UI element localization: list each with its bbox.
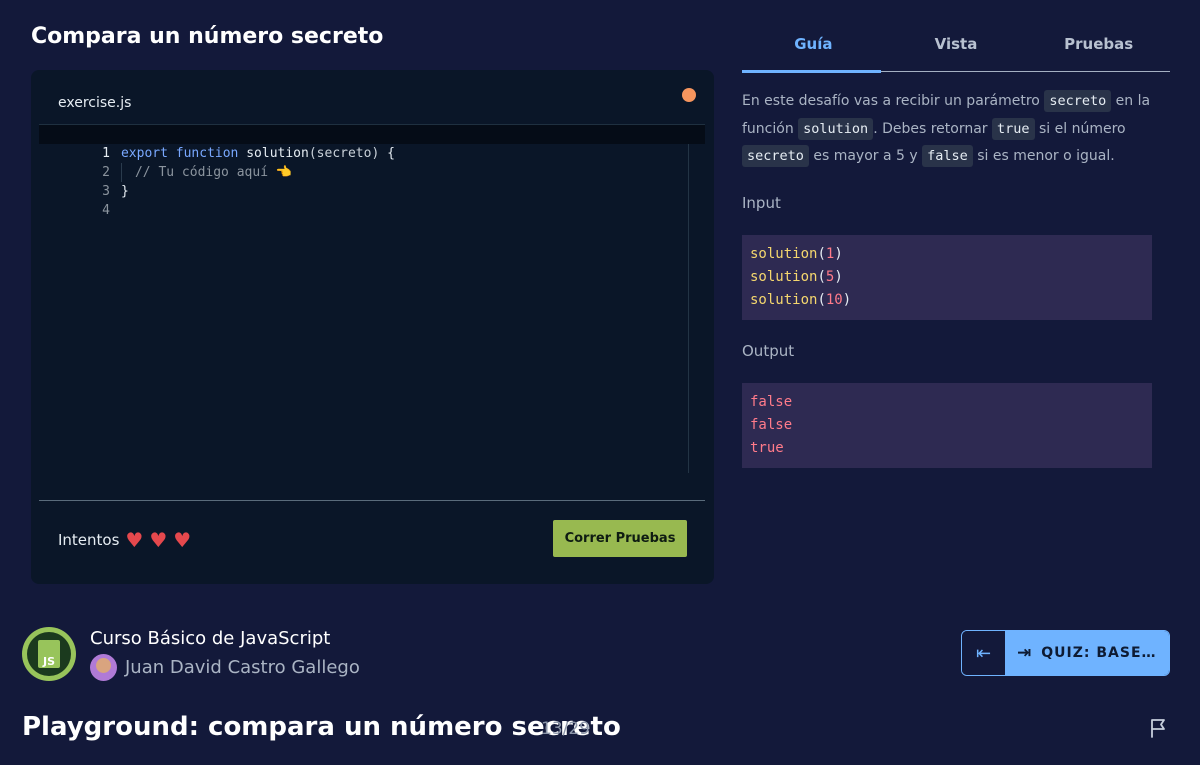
code-line[interactable]: 4: [39, 182, 705, 218]
panel-tabs: Guía Vista Pruebas: [742, 24, 1170, 73]
class-title: Playground: compara un número secreto: [22, 712, 621, 742]
inline-code: true: [992, 117, 1035, 140]
teacher-info: Juan David Castro Gallego: [90, 654, 360, 681]
input-line: solution(10): [750, 292, 852, 308]
course-name-link[interactable]: Curso Básico de JavaScript: [90, 628, 330, 649]
heart-icon: ♥: [125, 528, 144, 552]
attempts-label: Intentos: [58, 531, 120, 549]
line-number: 4: [102, 203, 110, 218]
heart-icon: ♥: [173, 528, 192, 552]
arrow-left-bar-icon: ⇤: [975, 642, 992, 663]
editor-divider: [39, 500, 705, 501]
js-badge-icon: JS: [38, 640, 60, 668]
guide-text: si el número: [1038, 120, 1126, 137]
guide-text: En este desafío vas a recibir un parámet…: [742, 93, 1040, 109]
arrow-right-bar-icon: ⇥: [1017, 643, 1032, 663]
previous-class-button[interactable]: ⇤: [962, 631, 1005, 675]
inline-code: false: [922, 145, 973, 167]
tab-tests[interactable]: Pruebas: [1027, 24, 1170, 71]
guide-description: En este desafío vas a recibir un parámet…: [742, 88, 1152, 171]
code-line[interactable]: 3}: [39, 163, 705, 199]
next-class-button[interactable]: ⇥ QUIZ: BASE…: [1005, 631, 1169, 675]
code-line[interactable]: 1 export function solution(secreto) {: [39, 125, 705, 161]
tab-preview[interactable]: Vista: [885, 24, 1028, 71]
output-line: false: [750, 394, 793, 410]
input-line: solution(5): [750, 269, 843, 285]
tab-guide[interactable]: Guía: [742, 24, 885, 73]
input-code-block: solution(1) solution(5) solution(10): [742, 235, 1152, 320]
editor-filename-tab[interactable]: exercise.js: [58, 95, 131, 111]
unsaved-status-dot: [682, 88, 696, 102]
heart-icon: ♥: [149, 528, 168, 552]
inline-code: secreto: [742, 145, 809, 167]
guide-text: es mayor a 5 y: [813, 148, 918, 164]
guide-text: . Debes retornar: [873, 120, 988, 137]
exercise-title: Compara un número secreto: [31, 24, 384, 49]
class-progress-count: 13/29: [541, 719, 590, 739]
inline-code: solution: [798, 117, 874, 140]
flag-icon: [1151, 719, 1165, 738]
attempts-indicator: Intentos ♥ ♥ ♥: [58, 530, 191, 550]
code-editor[interactable]: 1 export function solution(secreto) { 2//…: [39, 124, 705, 501]
output-code-block: false false true: [742, 383, 1152, 468]
course-logo[interactable]: JS: [22, 627, 76, 681]
guide-text: si es menor o igual.: [977, 148, 1115, 164]
output-label: Output: [742, 342, 795, 360]
output-line: false: [750, 417, 793, 433]
next-class-label: QUIZ: BASE…: [1041, 645, 1157, 661]
teacher-avatar: [90, 654, 117, 681]
code-editor-panel: exercise.js 1 export function solution(se…: [31, 70, 714, 584]
teacher-name: Juan David Castro Gallego: [125, 657, 360, 678]
code-line[interactable]: 2// Tu código aquí 👈: [39, 144, 705, 182]
input-label: Input: [742, 194, 781, 212]
inline-code: secreto: [1044, 90, 1112, 112]
run-tests-button[interactable]: Correr Pruebas: [553, 520, 687, 557]
report-flag-button[interactable]: [1147, 716, 1171, 740]
class-navigation: ⇤ ⇥ QUIZ: BASE…: [961, 630, 1170, 676]
input-line: solution(1): [750, 246, 843, 262]
output-line: true: [750, 440, 784, 456]
